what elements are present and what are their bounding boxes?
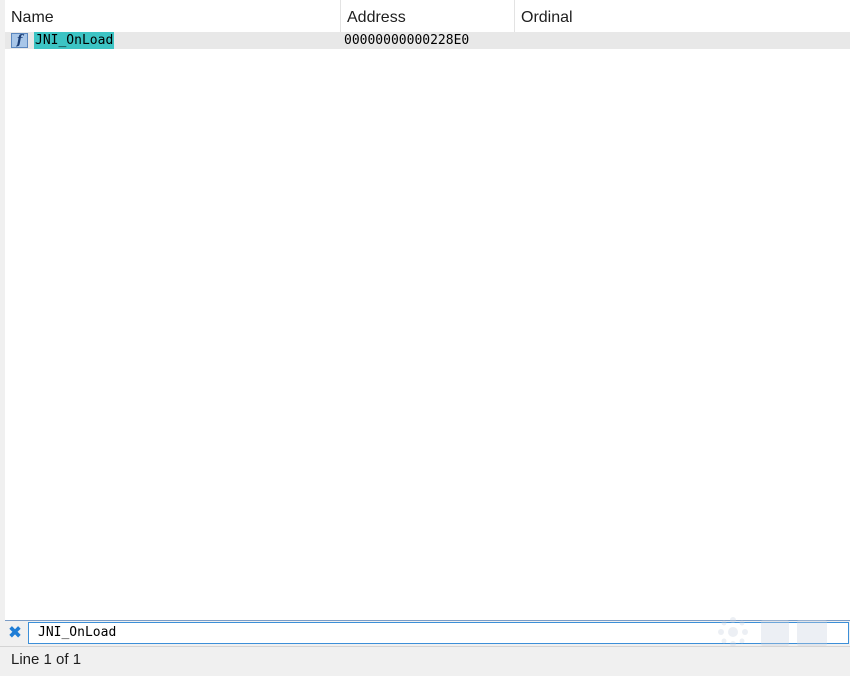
search-input[interactable]: JNI_OnLoad	[28, 622, 849, 644]
row-name-cell: JNI_OnLoad	[34, 32, 115, 49]
search-bar: ✖ JNI_OnLoad	[0, 621, 850, 646]
exports-list[interactable]: Name Address Ordinal f JNI_OnLoad 000000…	[5, 0, 850, 621]
status-bar: Line 1 of 1	[0, 646, 850, 676]
table-row[interactable]: f JNI_OnLoad 00000000000228E0	[5, 32, 850, 49]
column-header-name[interactable]: Name	[5, 0, 341, 32]
row-address-cell: 00000000000228E0	[344, 33, 470, 48]
column-header-address[interactable]: Address	[341, 0, 515, 32]
status-text: Line 1 of 1	[11, 651, 82, 668]
column-header-row: Name Address Ordinal	[5, 0, 850, 32]
column-header-ordinal[interactable]: Ordinal	[515, 0, 850, 32]
function-icon: f	[11, 33, 28, 48]
close-icon[interactable]: ✖	[6, 624, 24, 642]
